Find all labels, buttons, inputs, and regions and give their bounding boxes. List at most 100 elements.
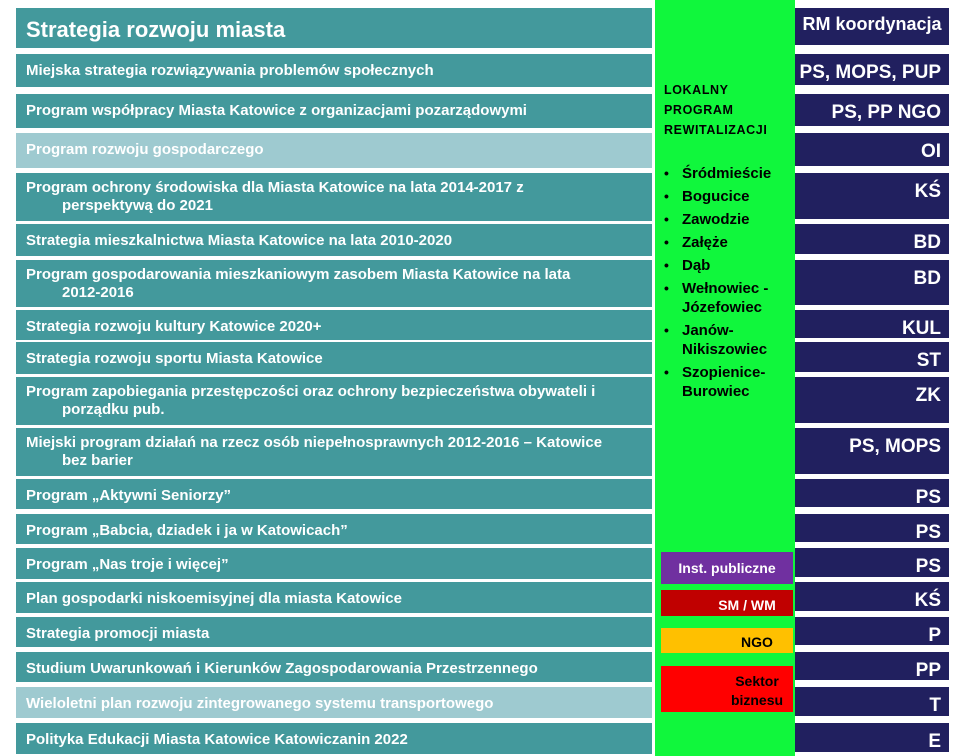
program-row: Program rozwoju gospodarczego: [16, 133, 652, 168]
program-row: Wieloletni plan rozwoju zintegrowanego s…: [16, 687, 652, 718]
unit-code: KŚ: [914, 590, 941, 611]
unit-code-cell: PS, MOPS, PUP: [795, 54, 949, 85]
district-name: Śródmieście: [682, 165, 772, 182]
program-name-continued: porządku pub.: [62, 401, 165, 418]
legend-sektor-biznesu: Sektor biznesu: [661, 666, 793, 712]
unit-code: OI: [920, 141, 941, 162]
district-item: Bogucice: [664, 187, 792, 206]
unit-code: BD: [913, 268, 941, 289]
unit-code: PS, MOPS, PUP: [799, 62, 941, 83]
program-name: Strategia mieszkalnictwa Miasta Katowice…: [26, 232, 453, 249]
lpr-title: LOKALNY PROGRAM REWITALIZACJI: [664, 80, 788, 140]
program-name: Program „Nas troje i więcej”: [26, 556, 229, 573]
program-row: Program współpracy Miasta Katowice z org…: [16, 94, 652, 128]
program-name: Wieloletni plan rozwoju zintegrowanego s…: [26, 695, 494, 712]
unit-code-cell: T: [795, 687, 949, 716]
district-item: Zawodzie: [664, 210, 792, 229]
unit-code-cell: ST: [795, 342, 949, 372]
legend-sektor-line-2: biznesu: [730, 692, 784, 708]
program-row: Miejska strategia rozwiązywania problemó…: [16, 54, 652, 87]
program-name: Miejski program działań na rzecz osób ni…: [26, 434, 603, 451]
program-name: Program ochrony środowiska dla Miasta Ka…: [26, 179, 524, 196]
program-name-continued: bez barier: [62, 452, 133, 469]
legend-ngo-label: NGO: [741, 634, 773, 650]
unit-code: PP: [915, 660, 941, 680]
unit-code-cell: PS, MOPS: [795, 428, 949, 474]
legend-sm-wm: SM / WM: [661, 590, 793, 616]
program-row: Miejski program działań na rzecz osób ni…: [16, 428, 652, 476]
unit-code: PS: [915, 487, 941, 507]
unit-code: E: [928, 731, 941, 752]
program-row: Program „Babcia, dziadek i ja w Katowica…: [16, 514, 652, 544]
program-name: Strategia rozwoju sportu Miasta Katowice: [26, 350, 323, 367]
unit-code-cell: P: [795, 617, 949, 645]
program-name: Strategia rozwoju kultury Katowice 2020+: [26, 318, 322, 335]
unit-code: ZK: [915, 385, 941, 406]
unit-code: KŚ: [914, 181, 941, 202]
unit-code-cell: KŚ: [795, 173, 949, 219]
district-name: Wełnowiec - Józefowiec: [682, 280, 769, 316]
district-item: Dąb: [664, 256, 792, 275]
unit-code-cell: PP: [795, 652, 949, 680]
unit-code: ST: [916, 350, 941, 371]
district-name: Janów-Nikiszowiec: [682, 322, 768, 358]
district-item: Szopienice-Burowiec: [664, 363, 792, 401]
program-row: Program zapobiegania przestępczości oraz…: [16, 377, 652, 425]
district-name: Bogucice: [682, 188, 750, 205]
unit-code-cell: PS: [795, 514, 949, 542]
district-name: Dąb: [682, 257, 711, 274]
program-row: Program ochrony środowiska dla Miasta Ka…: [16, 173, 652, 221]
district-item: Wełnowiec - Józefowiec: [664, 279, 792, 317]
header-code-cell: RM koordynacja: [795, 8, 949, 45]
unit-code: BD: [913, 232, 941, 253]
unit-code: PS, MOPS: [849, 436, 941, 457]
program-name: Polityka Edukacji Miasta Katowice Katowi…: [26, 731, 408, 748]
district-item: Śródmieście: [664, 164, 792, 183]
unit-code-cell: KUL: [795, 310, 949, 338]
unit-code-cell: KŚ: [795, 582, 949, 611]
header-title: Strategia rozwoju miasta: [26, 17, 286, 42]
program-row: Strategia rozwoju kultury Katowice 2020+: [16, 310, 652, 340]
unit-code-cell: OI: [795, 133, 949, 166]
unit-code-cell: PS: [795, 479, 949, 507]
program-row: Strategia rozwoju sportu Miasta Katowice: [16, 342, 652, 374]
lpr-line-2: PROGRAM: [664, 103, 734, 117]
program-row: Program „Nas troje i więcej”: [16, 548, 652, 579]
unit-code: PS: [915, 522, 941, 542]
unit-code-cell: BD: [795, 224, 949, 254]
unit-code: T: [929, 695, 941, 716]
unit-code: PS: [915, 556, 941, 577]
district-name: Szopienice-Burowiec: [682, 364, 766, 400]
program-row: Program gospodarowania mieszkaniowym zas…: [16, 260, 652, 307]
header-code: RM koordynacja: [802, 14, 942, 34]
unit-code: KUL: [901, 318, 941, 338]
legend-inst-publiczne: Inst. publiczne: [661, 552, 793, 584]
unit-code: P: [928, 625, 941, 645]
program-name: Program rozwoju gospodarczego: [26, 141, 264, 158]
lpr-line-1: LOKALNY: [664, 83, 729, 97]
program-name: Program współpracy Miasta Katowice z org…: [26, 102, 527, 119]
program-row: Strategia mieszkalnictwa Miasta Katowice…: [16, 224, 652, 256]
program-name: Studium Uwarunkowań i Kierunków Zagospod…: [26, 660, 538, 677]
legend-ngo: NGO: [661, 628, 793, 653]
legend-inst-label: Inst. publiczne: [678, 560, 776, 576]
unit-code-cell: BD: [795, 260, 949, 305]
district-item: Załęże: [664, 233, 792, 252]
unit-code-cell: PS: [795, 548, 949, 577]
program-name: Miejska strategia rozwiązywania problemó…: [26, 62, 434, 79]
unit-code-cell: PS, PP NGO: [795, 94, 949, 126]
district-item: Janów-Nikiszowiec: [664, 321, 792, 359]
legend-sektor-line-1: Sektor: [735, 673, 779, 689]
program-name: Program gospodarowania mieszkaniowym zas…: [26, 266, 571, 283]
program-name: Program „Babcia, dziadek i ja w Katowica…: [26, 522, 348, 539]
program-name: Program „Aktywni Seniorzy”: [26, 487, 232, 504]
program-name: Program zapobiegania przestępczości oraz…: [26, 383, 596, 400]
lpr-line-3: REWITALIZACJI: [664, 123, 768, 137]
district-name: Zawodzie: [682, 211, 750, 228]
program-row: Studium Uwarunkowań i Kierunków Zagospod…: [16, 652, 652, 682]
program-row: Strategia promocji miasta: [16, 617, 652, 647]
program-name: Strategia promocji miasta: [26, 625, 210, 642]
program-row: Plan gospodarki niskoemisyjnej dla miast…: [16, 582, 652, 613]
legend-sm-label: SM / WM: [718, 597, 776, 613]
district-name: Załęże: [682, 234, 728, 251]
